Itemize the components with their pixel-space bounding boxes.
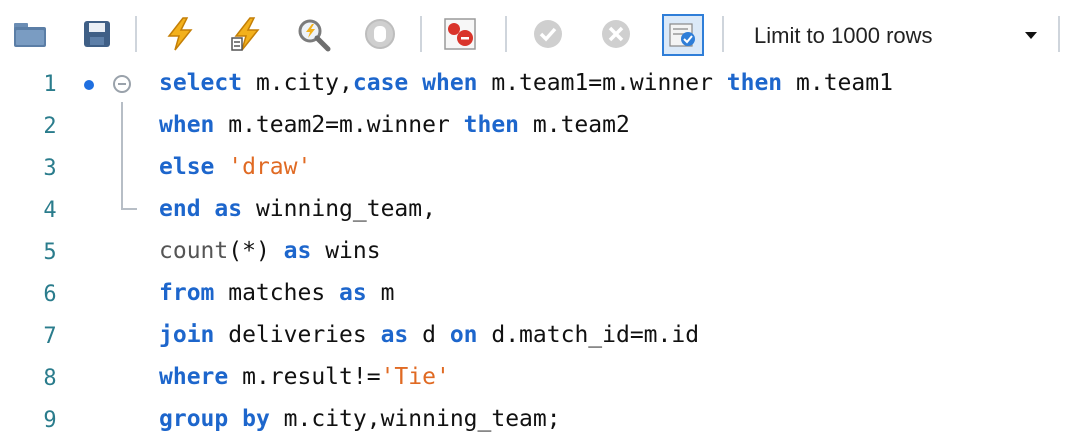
code-token: m.city,winning_team; bbox=[269, 406, 561, 432]
code-text: select m.city,case when m.team1=m.winner… bbox=[159, 70, 893, 96]
line-number: 3 bbox=[43, 156, 57, 181]
code-line[interactable]: 7 join deliveries as d on d.match_id=m.id bbox=[0, 316, 1070, 358]
code-line[interactable]: 3 else 'draw' bbox=[0, 148, 1070, 190]
toolbar-separator bbox=[420, 16, 422, 52]
code-text: count(*) as wins bbox=[159, 238, 381, 264]
stop-on-error-button[interactable] bbox=[440, 14, 480, 54]
line-number: 7 bbox=[43, 324, 57, 349]
code-token: join bbox=[159, 322, 215, 348]
limit-rows-value: Limit to 1000 rows bbox=[754, 23, 933, 48]
code-token: as bbox=[283, 238, 312, 264]
code-token: 'Tie' bbox=[380, 364, 450, 390]
code-token: on bbox=[449, 322, 478, 348]
line-number: 4 bbox=[43, 198, 57, 223]
explain-magnifier-icon bbox=[298, 19, 331, 52]
rollback-button[interactable] bbox=[596, 14, 636, 54]
code-token: then bbox=[463, 112, 520, 138]
execute-button[interactable] bbox=[160, 14, 200, 54]
line-number: 9 bbox=[43, 408, 57, 433]
line-number: 8 bbox=[43, 366, 57, 391]
explain-button[interactable] bbox=[293, 14, 333, 54]
code-text: else 'draw' bbox=[159, 154, 311, 180]
code-token: m bbox=[366, 280, 395, 306]
toolbar-separator bbox=[505, 16, 507, 52]
code-token: m.team1 bbox=[782, 70, 893, 96]
code-line[interactable]: 2 when m.team2=m.winner then m.team2 bbox=[0, 106, 1070, 148]
code-text: where m.result!='Tie' bbox=[159, 364, 450, 390]
commit-button[interactable] bbox=[528, 14, 568, 54]
code-text: from matches as m bbox=[159, 280, 394, 306]
code-token: count bbox=[159, 238, 229, 264]
code-token: then bbox=[726, 70, 783, 96]
code-token: m.result!= bbox=[228, 364, 381, 390]
sql-editor-toolbar: Limit to 1000 rows bbox=[0, 0, 1070, 68]
code-token: select bbox=[159, 70, 243, 96]
code-line[interactable]: 8 where m.result!='Tie' bbox=[0, 358, 1070, 400]
code-line[interactable]: 6 from matches as m bbox=[0, 274, 1070, 316]
line-number: 2 bbox=[43, 114, 57, 139]
execute-lightning-icon bbox=[167, 17, 193, 51]
execute-current-statement-button[interactable] bbox=[225, 14, 265, 54]
sql-code-editor[interactable]: 1 select m.city,case when m.team1=m.winne… bbox=[0, 64, 1070, 441]
toolbar-separator bbox=[135, 16, 137, 52]
open-file-button[interactable] bbox=[10, 14, 50, 54]
code-token: as bbox=[214, 196, 243, 222]
toolbar-separator bbox=[1058, 16, 1060, 52]
code-text: when m.team2=m.winner then m.team2 bbox=[159, 112, 630, 138]
code-token: (*) bbox=[228, 238, 284, 264]
line-number: 6 bbox=[43, 282, 57, 307]
autocommit-toggle-icon bbox=[669, 23, 695, 47]
code-line[interactable]: 1 select m.city,case when m.team1=m.winne… bbox=[0, 64, 1070, 106]
stop-icon bbox=[365, 19, 395, 49]
code-token: case bbox=[352, 70, 409, 96]
code-token: winning_team, bbox=[242, 196, 436, 222]
chevron-down-icon bbox=[1025, 32, 1037, 39]
code-token: m.team2 bbox=[519, 112, 630, 138]
code-token: group bbox=[159, 406, 229, 432]
code-token: m.city, bbox=[242, 70, 353, 96]
code-token: d.match_id=m.id bbox=[477, 322, 700, 348]
line-number: 5 bbox=[43, 240, 57, 265]
code-token: where bbox=[159, 364, 229, 390]
code-token: as bbox=[380, 322, 409, 348]
code-token: else bbox=[159, 154, 215, 180]
autocommit-toggle-button[interactable] bbox=[662, 14, 704, 56]
code-token: when bbox=[159, 112, 215, 138]
code-token: as bbox=[339, 280, 367, 306]
code-line[interactable]: 9 group by m.city,winning_team; bbox=[0, 400, 1070, 442]
rollback-x-icon bbox=[602, 20, 630, 48]
code-token: 'draw' bbox=[228, 154, 312, 180]
code-token: by bbox=[242, 406, 270, 432]
code-token: d bbox=[408, 322, 450, 348]
toolbar-separator bbox=[722, 16, 724, 52]
code-token: deliveries bbox=[214, 322, 381, 348]
line-number: 1 bbox=[43, 72, 57, 97]
code-text: end as winning_team, bbox=[159, 196, 436, 222]
code-text: join deliveries as d on d.match_id=m.id bbox=[159, 322, 699, 348]
code-token: from bbox=[159, 280, 215, 306]
code-token: when bbox=[422, 70, 478, 96]
stop-on-error-icon bbox=[444, 18, 476, 50]
code-token: end bbox=[159, 196, 201, 222]
stop-button[interactable] bbox=[360, 14, 400, 54]
commit-check-icon bbox=[534, 20, 562, 48]
code-token: m.team1=m.winner bbox=[477, 70, 727, 96]
code-line[interactable]: 5 count(*) as wins bbox=[0, 232, 1070, 274]
code-line[interactable]: 4 end as winning_team, bbox=[0, 190, 1070, 232]
code-token: wins bbox=[311, 238, 381, 264]
open-folder-icon bbox=[14, 23, 46, 47]
limit-rows-dropdown[interactable]: Limit to 1000 rows bbox=[740, 14, 1050, 56]
save-button[interactable] bbox=[77, 14, 117, 54]
code-text: group by m.city,winning_team; bbox=[159, 406, 561, 432]
execute-current-lightning-icon bbox=[231, 17, 260, 51]
code-token: matches bbox=[214, 280, 340, 306]
code-token: m.team2=m.winner bbox=[214, 112, 464, 138]
save-icon bbox=[84, 21, 110, 47]
